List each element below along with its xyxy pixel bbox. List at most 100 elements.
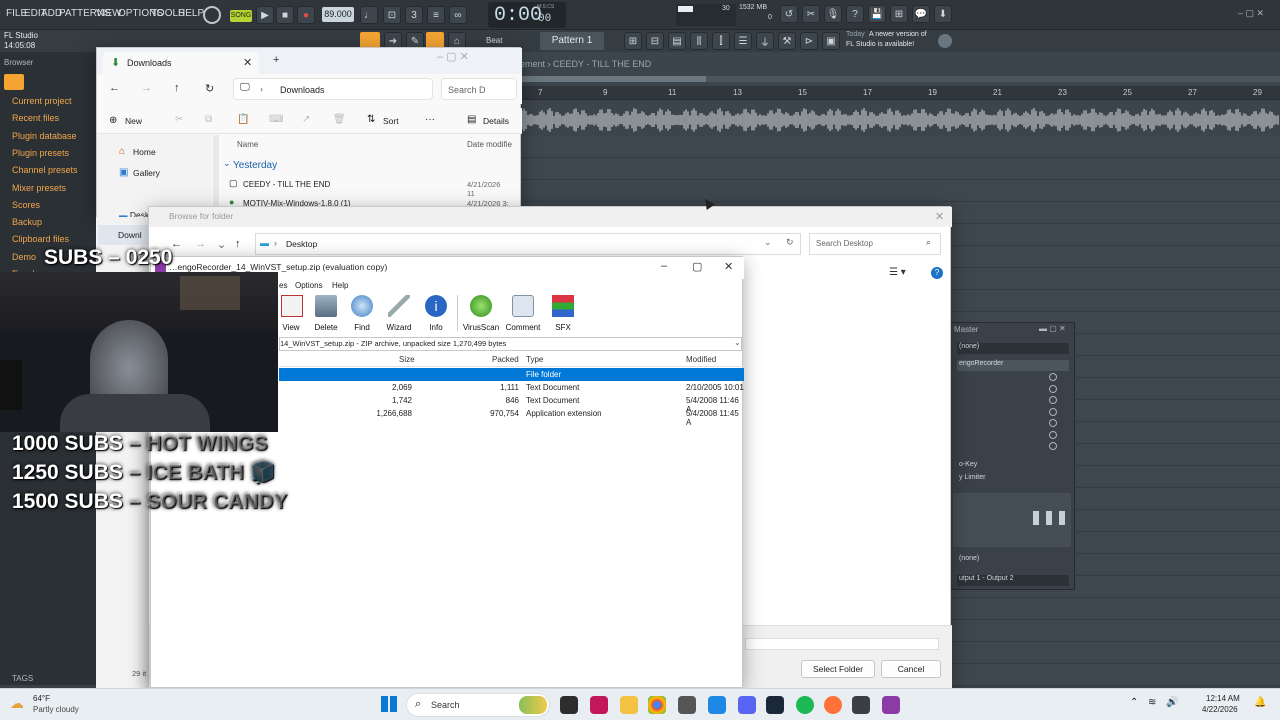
tempo-display[interactable]: 89.000 [322, 7, 354, 22]
minimize-icon[interactable]: – [661, 260, 667, 272]
close-icon[interactable]: ✕ [935, 210, 944, 223]
more-options-icon[interactable]: ··· [425, 114, 435, 125]
back-icon[interactable]: ← [171, 238, 182, 250]
mixer-slot-toggle[interactable] [1049, 407, 1057, 416]
downloads-explorer-window[interactable]: ⬇ Downloads ✕ + – ▢ ✕ ← → ↑ ↻ 🖵 › Downlo… [96, 47, 522, 220]
play-button[interactable]: ▶ [256, 6, 274, 24]
browse-address-bar[interactable]: ▬ › Desktop ⌄ ↻ [255, 233, 801, 255]
menu-help[interactable]: Help [332, 281, 348, 290]
browser-item[interactable]: Backup [12, 217, 42, 227]
browser-item[interactable]: Plugin presets [12, 148, 69, 158]
weather-desc[interactable]: Partly cloudy [33, 705, 79, 714]
sort-button[interactable]: Sort [383, 116, 399, 126]
browser-item[interactable]: Clipboard files [12, 234, 69, 244]
countdown-button[interactable]: 3 [405, 6, 423, 24]
firefox-icon[interactable] [824, 696, 842, 714]
app-browser-icon[interactable] [708, 696, 726, 714]
browser-item[interactable]: Channel presets [12, 165, 78, 175]
playlist-track[interactable] [520, 180, 1280, 202]
col-modified[interactable]: Modified [686, 355, 716, 364]
weather-icon[interactable]: ☁ [10, 695, 24, 712]
view-button-9[interactable]: ⊳ [800, 32, 818, 50]
loop-record-button[interactable]: ∞ [449, 6, 467, 24]
clock-date[interactable]: 4/22/2026 [1202, 705, 1238, 714]
mixer-slot-toggle[interactable] [1049, 384, 1057, 393]
paste-icon[interactable]: 📋 [237, 114, 249, 125]
clock-time[interactable]: 12:14 AM [1206, 694, 1240, 703]
hint-knob-icon[interactable] [203, 6, 221, 24]
notification-bell-icon[interactable]: 🔔 [1254, 697, 1266, 708]
task-view-icon[interactable] [560, 696, 578, 714]
mixer-window-controls[interactable]: ▬ ▢ ✕ [1039, 324, 1066, 333]
download-button[interactable]: ⬇ [934, 5, 952, 23]
timeline-ruler[interactable]: 7 9 11 13 15 17 19 21 23 25 27 29 [520, 86, 1280, 100]
winrar-taskbar-icon[interactable] [882, 696, 900, 714]
app-acrobat-icon[interactable] [590, 696, 608, 714]
eq-slider[interactable] [1033, 511, 1039, 525]
tool-sfx[interactable]: SFX [543, 293, 583, 337]
stop-button[interactable]: ■ [276, 6, 294, 24]
mixer-slot-toggle[interactable] [1049, 430, 1057, 439]
wifi-icon[interactable]: ≋ [1148, 697, 1156, 708]
folder-name-field[interactable] [745, 638, 939, 650]
mixer-slot-toggle[interactable] [1049, 419, 1057, 427]
mixer-input-select[interactable]: (none) [957, 343, 1069, 354]
archive-row[interactable]: 2,069 1,111 Text Document 2/10/2005 10:0… [279, 381, 744, 394]
eq-slider[interactable] [1046, 511, 1052, 525]
copy-icon[interactable]: ⧉ [205, 114, 212, 125]
taskbar-search[interactable]: ⌕ Search [406, 693, 550, 717]
tool-find[interactable]: Find [342, 293, 382, 337]
browser-item[interactable]: Plugin database [12, 131, 77, 141]
file-row[interactable]: ▢ CEEDY - TILL THE END 4/21/2026 11 [229, 178, 509, 198]
app-icon[interactable] [678, 696, 696, 714]
view-button-4[interactable]: ⫼ [690, 32, 708, 50]
mixer-output-select[interactable]: utput 1 - Output 2 [957, 575, 1069, 586]
select-folder-button[interactable]: Select Folder [801, 660, 875, 678]
tool-virusscan[interactable]: VirusScan [461, 293, 501, 337]
col-packed[interactable]: Packed [492, 355, 519, 364]
mic-button[interactable]: 🎙 [824, 5, 842, 23]
playlist-track[interactable] [520, 158, 1280, 180]
fl-studio-taskbar-icon[interactable] [852, 696, 870, 714]
mixer-slot-key[interactable]: o-Key [957, 461, 1069, 472]
search-box[interactable]: Search D [441, 78, 517, 100]
refresh-icon[interactable]: ↻ [786, 237, 794, 248]
archive-path-bar[interactable]: 14_WinVST_setup.zip - ZIP archive, unpac… [279, 337, 742, 351]
chevron-down-icon[interactable]: ⌄ [223, 158, 231, 169]
mixer-slot-toggle[interactable] [1049, 396, 1057, 404]
weather-temp[interactable]: 64°F [33, 694, 50, 703]
cancel-button[interactable]: Cancel [881, 660, 941, 678]
group-yesterday[interactable]: Yesterday [233, 160, 277, 171]
scroll-thumb[interactable] [520, 76, 706, 82]
file-explorer-icon[interactable] [620, 696, 638, 714]
tool-delete[interactable]: Delete [306, 293, 346, 337]
recent-chevron-icon[interactable]: ⌄ [217, 238, 226, 251]
forward-icon[interactable]: → [141, 82, 152, 94]
dropdown-icon[interactable]: ⌄ [764, 237, 772, 248]
tool-wizard[interactable]: Wizard [379, 293, 419, 337]
close-icon[interactable]: ✕ [724, 260, 733, 273]
browse-search-box[interactable]: Search Desktop ⌕ [809, 233, 941, 255]
address-bar[interactable]: 🖵 › Downloads [233, 78, 433, 100]
view-button-6[interactable]: ☰ [734, 32, 752, 50]
pattern-selector[interactable]: Pattern 1 [540, 32, 604, 50]
plugin-button[interactable]: ⊞ [890, 5, 908, 23]
help-icon[interactable]: ? [931, 267, 943, 279]
view-button-2[interactable]: ⊟ [646, 32, 664, 50]
undo-button[interactable]: ↺ [780, 5, 798, 23]
chat-button[interactable]: 💬 [912, 5, 930, 23]
up-icon[interactable]: ↑ [174, 82, 180, 94]
snap-label[interactable]: Beat [486, 36, 502, 45]
step-edit-button[interactable]: ≡ [427, 6, 445, 24]
discord-icon[interactable] [738, 696, 756, 714]
menu-options[interactable]: Options [295, 281, 323, 290]
save-button[interactable]: 💾 [868, 5, 886, 23]
view-button-7[interactable]: ⏚ [756, 32, 774, 50]
up-icon[interactable]: ↑ [235, 238, 241, 250]
tool-comment[interactable]: Comment [503, 293, 543, 337]
new-tab-button[interactable]: + [273, 54, 279, 66]
nav-gallery[interactable]: Gallery [133, 168, 160, 178]
archive-row[interactable]: 1,742 846 Text Document 5/4/2008 11:46 A [279, 394, 744, 414]
metronome-button[interactable]: ♩ [360, 6, 378, 24]
browser-all-toggle[interactable] [4, 74, 24, 90]
